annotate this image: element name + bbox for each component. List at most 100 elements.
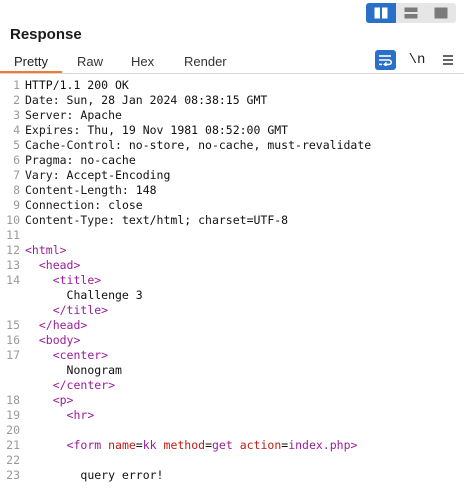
code-token: <p> bbox=[52, 393, 74, 407]
code-token: close bbox=[101, 198, 143, 212]
tab-raw[interactable]: Raw bbox=[77, 54, 103, 69]
code-token: HTTP/1.1 200 OK bbox=[25, 78, 129, 92]
single-layout-button[interactable] bbox=[426, 3, 456, 23]
tab-pretty[interactable]: Pretty bbox=[14, 54, 48, 69]
code-line: 2 Date: Sun, 28 Jan 2024 08:38:15 GMT bbox=[0, 93, 464, 108]
wrap-lines-icon bbox=[379, 55, 392, 66]
line-number: 5 bbox=[13, 138, 20, 152]
code-token: index.php bbox=[288, 438, 351, 452]
code-line: 9 Connection: close bbox=[0, 198, 464, 213]
code-line: Nonogram bbox=[0, 363, 464, 378]
line-number: 8 bbox=[13, 183, 20, 197]
line-content: <form name=kk method=get action=index.ph… bbox=[25, 438, 358, 453]
side-by-side-layout-button[interactable] bbox=[366, 3, 396, 23]
tab-hex[interactable]: Hex bbox=[131, 54, 154, 69]
line-content: Cache-Control: no-store, no-cache, must-… bbox=[25, 138, 371, 153]
code-token: <hr> bbox=[66, 408, 95, 422]
code-line: 20 bbox=[0, 423, 464, 438]
line-number: 17 bbox=[6, 348, 20, 362]
line-number: 1 bbox=[13, 78, 20, 92]
code-token: kk bbox=[142, 438, 157, 452]
code-token: <html> bbox=[25, 243, 67, 257]
line-number: 14 bbox=[6, 273, 20, 287]
line-number: 19 bbox=[6, 408, 20, 422]
line-number: 18 bbox=[6, 393, 20, 407]
line-number: 3 bbox=[13, 108, 20, 122]
code-line: 17 <center> bbox=[0, 348, 464, 363]
code-token: Challenge 3 bbox=[66, 288, 143, 302]
line-content: </title> bbox=[25, 303, 108, 318]
line-number: 11 bbox=[6, 228, 20, 242]
line-content: Vary: Accept-Encoding bbox=[25, 168, 170, 183]
line-number: 9 bbox=[13, 198, 20, 212]
line-content: <title> bbox=[25, 273, 101, 288]
code-token: </head> bbox=[38, 318, 88, 332]
tab-render[interactable]: Render bbox=[184, 54, 227, 69]
code-line: 23 query error! bbox=[0, 468, 464, 483]
code-line: 13 <head> bbox=[0, 258, 464, 273]
code-token: text/html; charset=UTF-8 bbox=[115, 213, 289, 227]
code-token: query error! bbox=[80, 468, 164, 482]
line-number: 20 bbox=[6, 423, 20, 437]
line-content: Pragma: no-cache bbox=[25, 153, 136, 168]
line-content: Challenge 3 bbox=[25, 288, 143, 303]
line-content: Server: Apache bbox=[25, 108, 122, 123]
code-token: method bbox=[156, 438, 206, 452]
code-line: 3 Server: Apache bbox=[0, 108, 464, 123]
show-newlines-button[interactable]: \n bbox=[406, 50, 428, 70]
code-token: Thu, 19 Nov 1981 08:52:00 GMT bbox=[80, 123, 289, 137]
line-content: <hr> bbox=[25, 408, 95, 423]
code-token: Cache-Control: bbox=[25, 138, 122, 152]
code-line: 22 bbox=[0, 453, 464, 468]
code-token: = bbox=[135, 438, 143, 452]
code-token: </title> bbox=[52, 303, 109, 317]
line-number: 23 bbox=[6, 468, 20, 482]
code-token: Accept-Encoding bbox=[59, 168, 171, 182]
code-token: Nonogram bbox=[66, 363, 122, 377]
line-number: 2 bbox=[13, 93, 20, 107]
line-content: Content-Type: text/html; charset=UTF-8 bbox=[25, 213, 288, 228]
line-number: 12 bbox=[6, 243, 20, 257]
panel-title: Response bbox=[10, 26, 82, 43]
line-content: query error! bbox=[25, 468, 163, 483]
columns-icon bbox=[374, 7, 388, 19]
code-line: 10 Content-Type: text/html; charset=UTF-8 bbox=[0, 213, 464, 228]
code-line: 7 Vary: Accept-Encoding bbox=[0, 168, 464, 183]
response-editor[interactable]: 1 HTTP/1.1 200 OK 2 Date: Sun, 28 Jan 2024 … bbox=[0, 78, 464, 500]
line-content: HTTP/1.1 200 OK bbox=[25, 78, 129, 93]
code-line: 14 <title> bbox=[0, 273, 464, 288]
line-number: 15 bbox=[6, 318, 20, 332]
code-token: Content-Length: bbox=[25, 183, 129, 197]
code-line: 15 </head> bbox=[0, 318, 464, 333]
code-token: = bbox=[205, 438, 212, 452]
line-number: 6 bbox=[13, 153, 20, 167]
code-line: 18 <p> bbox=[0, 393, 464, 408]
code-line: 12 <html> bbox=[0, 243, 464, 258]
hamburger-icon bbox=[443, 55, 453, 65]
line-content: <p> bbox=[25, 393, 74, 408]
code-token: Sun, 28 Jan 2024 08:38:15 GMT bbox=[59, 93, 268, 107]
line-content: <body> bbox=[25, 333, 81, 348]
stacked-layout-button[interactable] bbox=[396, 3, 426, 23]
rows-icon bbox=[404, 7, 418, 19]
line-content: <html> bbox=[25, 243, 67, 258]
line-content: <center> bbox=[25, 348, 108, 363]
line-number: 13 bbox=[6, 258, 20, 272]
menu-button[interactable] bbox=[438, 50, 458, 70]
code-token: <title> bbox=[52, 273, 102, 287]
code-line: 5 Cache-Control: no-store, no-cache, must… bbox=[0, 138, 464, 153]
code-token: action bbox=[232, 438, 282, 452]
word-wrap-button[interactable] bbox=[375, 50, 396, 70]
code-token: no-store, no-cache, must-revalidate bbox=[121, 138, 372, 152]
line-number: 21 bbox=[6, 438, 20, 452]
line-number: 22 bbox=[6, 453, 20, 467]
